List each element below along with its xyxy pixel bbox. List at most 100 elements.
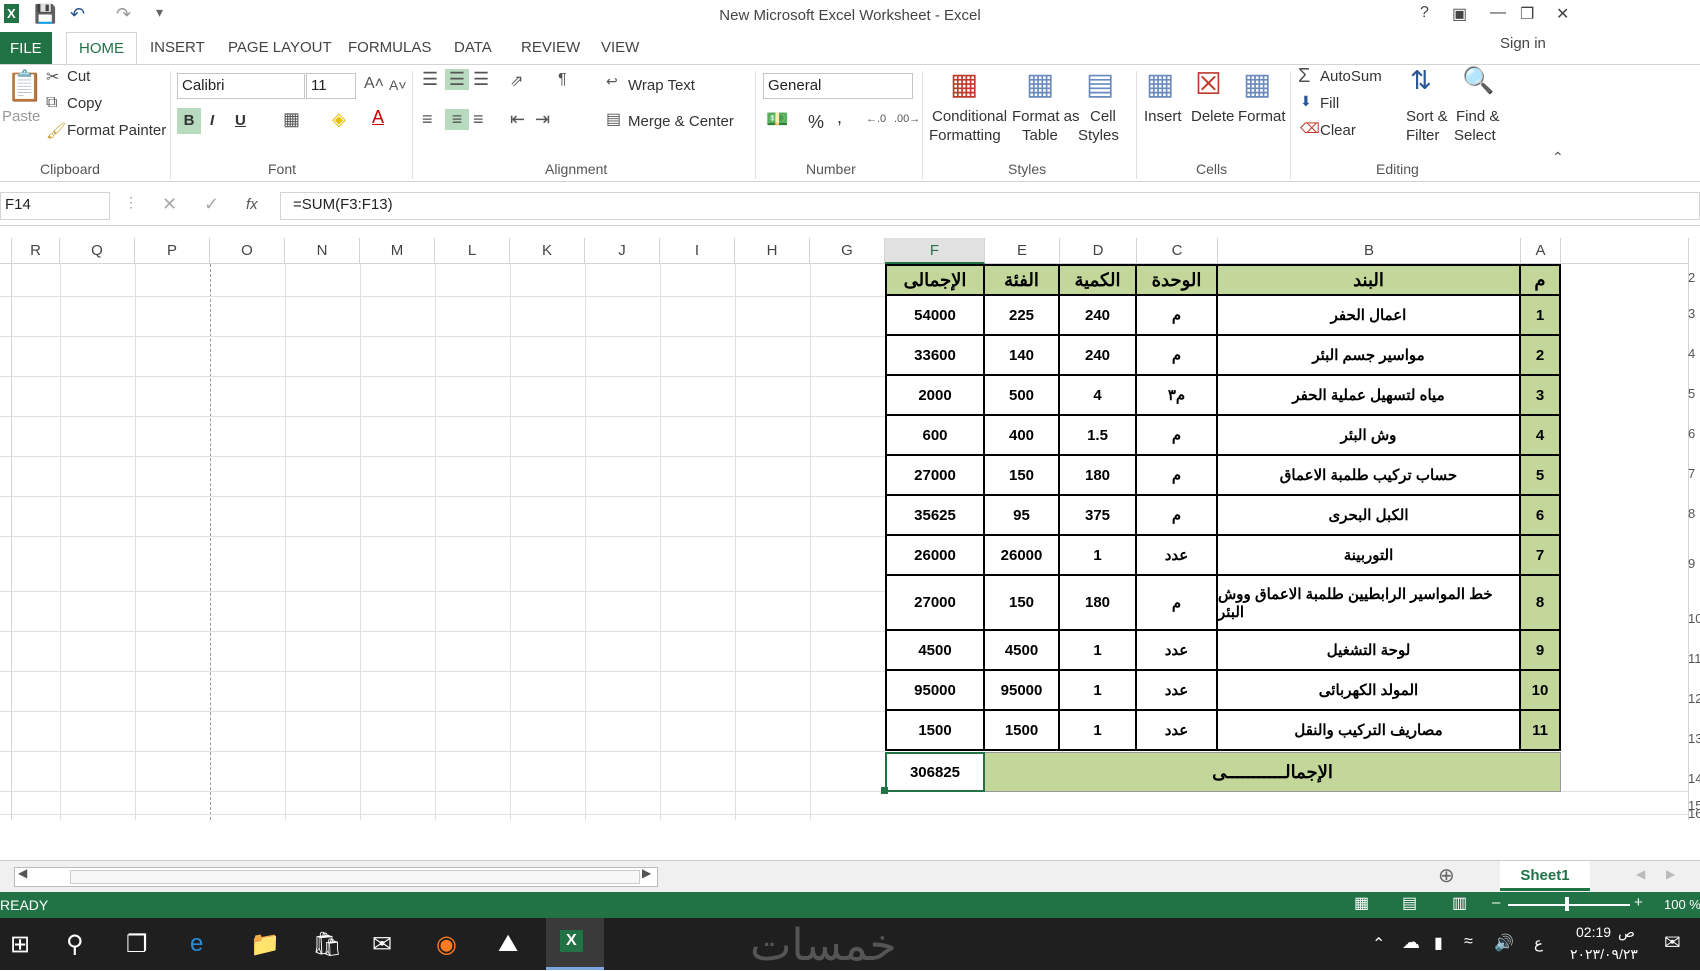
- col-header-m[interactable]: M: [360, 238, 435, 264]
- font-color-icon[interactable]: A: [372, 107, 384, 128]
- cell-styles-label2[interactable]: Styles: [1078, 127, 1119, 144]
- wifi-icon[interactable]: ≈: [1464, 933, 1473, 951]
- borders-icon[interactable]: ▦: [283, 109, 300, 130]
- merge-center-icon[interactable]: ▤: [606, 109, 621, 129]
- cell-item[interactable]: مياه لتسهيل عملية الحفر: [1218, 376, 1521, 416]
- cell-no[interactable]: 3: [1521, 376, 1561, 416]
- tab-page-layout[interactable]: PAGE LAYOUT: [228, 39, 332, 56]
- row-header[interactable]: 13: [1688, 731, 1700, 746]
- sign-in-link[interactable]: Sign in: [1500, 35, 1546, 52]
- col-header-b[interactable]: B: [1218, 238, 1521, 264]
- find-select-button[interactable]: Find &: [1456, 108, 1499, 125]
- zoom-in-button[interactable]: +: [1634, 894, 1643, 911]
- underline-button[interactable]: U: [235, 112, 246, 129]
- align-left-icon[interactable]: ≡: [422, 109, 433, 130]
- row-header[interactable]: 10: [1688, 611, 1700, 626]
- format-as-table-label2[interactable]: Table: [1022, 127, 1058, 144]
- search-icon[interactable]: ⚲: [66, 930, 84, 959]
- cell-item[interactable]: مصاريف التركيب والنقل: [1218, 711, 1521, 751]
- header-price[interactable]: الفئة: [985, 264, 1060, 296]
- ribbon-display-icon[interactable]: ▣: [1452, 4, 1467, 24]
- cell-item[interactable]: اعمال الحفر: [1218, 296, 1521, 336]
- paste-button[interactable]: Paste: [2, 108, 40, 125]
- text-direction-icon[interactable]: ¶: [558, 71, 567, 89]
- cell-qty[interactable]: 180: [1060, 576, 1137, 631]
- onedrive-icon[interactable]: ☁: [1402, 932, 1420, 953]
- cell-unit[interactable]: م: [1137, 456, 1218, 496]
- row-header[interactable]: 11: [1688, 651, 1700, 666]
- row-header[interactable]: 7: [1688, 466, 1700, 481]
- mail-icon[interactable]: ✉: [372, 930, 392, 959]
- cell-no[interactable]: 5: [1521, 456, 1561, 496]
- store-icon[interactable]: 🛍: [312, 930, 342, 959]
- font-size-select[interactable]: 11: [306, 73, 356, 99]
- cell-total[interactable]: 27000: [885, 456, 985, 496]
- cell-item[interactable]: التوربينة: [1218, 536, 1521, 576]
- clock-time[interactable]: 02:19: [1576, 924, 1611, 940]
- task-view-icon[interactable]: ❐: [126, 930, 148, 959]
- row-header[interactable]: 8: [1688, 506, 1700, 521]
- cell-no[interactable]: 9: [1521, 631, 1561, 671]
- delete-cells-icon[interactable]: ☒: [1195, 67, 1222, 102]
- sort-filter-icon[interactable]: ⇅: [1410, 65, 1432, 96]
- col-header-k[interactable]: K: [510, 238, 585, 264]
- cell-price[interactable]: 4500: [985, 631, 1060, 671]
- tab-file[interactable]: FILE: [0, 32, 52, 64]
- header-unit[interactable]: الوحدة: [1137, 264, 1218, 296]
- decrease-decimal-icon[interactable]: .00→: [894, 113, 920, 125]
- cell-item[interactable]: مواسير جسم البئر: [1218, 336, 1521, 376]
- cell-item[interactable]: حساب تركيب طلمبة الاعماق: [1218, 456, 1521, 496]
- cell-qty[interactable]: 1: [1060, 631, 1137, 671]
- cell-price[interactable]: 150: [985, 576, 1060, 631]
- scrollbar-thumb[interactable]: [70, 870, 640, 884]
- show-hidden-icons[interactable]: ⌃: [1372, 934, 1385, 954]
- insert-function-button[interactable]: fx: [246, 196, 258, 213]
- format-cells-icon[interactable]: ▦: [1243, 67, 1271, 102]
- name-box[interactable]: F14: [0, 192, 110, 220]
- align-right-icon[interactable]: ≡: [473, 109, 484, 130]
- increase-indent-icon[interactable]: ⇥: [535, 109, 550, 130]
- font-name-select[interactable]: Calibri: [177, 73, 305, 99]
- page-layout-view-icon[interactable]: ▤: [1402, 893, 1417, 913]
- align-bottom-icon[interactable]: ☰: [473, 69, 489, 90]
- scroll-right-icon[interactable]: ▶: [642, 866, 651, 880]
- row-header[interactable]: 14: [1688, 771, 1700, 786]
- cell-qty[interactable]: 240: [1060, 336, 1137, 376]
- cell-item[interactable]: الكبل البحرى: [1218, 496, 1521, 536]
- insert-cells-button[interactable]: Insert: [1144, 108, 1182, 125]
- fill-icon[interactable]: ⬇: [1300, 93, 1312, 110]
- edge-icon[interactable]: e: [190, 930, 203, 958]
- increase-decimal-icon[interactable]: ←.0: [866, 113, 886, 125]
- cell-item[interactable]: خط المواسير الرابطيين طلمبة الاعماق ووش …: [1218, 576, 1521, 631]
- cell-qty[interactable]: 180: [1060, 456, 1137, 496]
- cell-price[interactable]: 150: [985, 456, 1060, 496]
- cell-total[interactable]: 2000: [885, 376, 985, 416]
- col-header-i[interactable]: I: [660, 238, 735, 264]
- zoom-slider[interactable]: [1508, 904, 1630, 906]
- format-as-table-icon[interactable]: ▦: [1026, 67, 1054, 102]
- row-header[interactable]: 9: [1688, 556, 1700, 571]
- cell-total[interactable]: 54000: [885, 296, 985, 336]
- cell-no[interactable]: 7: [1521, 536, 1561, 576]
- insert-cells-icon[interactable]: ▦: [1146, 67, 1174, 102]
- grand-total-cell[interactable]: 306825: [885, 752, 985, 792]
- col-header-o[interactable]: O: [210, 238, 285, 264]
- cell-qty[interactable]: 4: [1060, 376, 1137, 416]
- cut-button[interactable]: Cut: [67, 68, 90, 85]
- battery-icon[interactable]: ▮: [1434, 933, 1443, 953]
- row-header[interactable]: 16: [1688, 806, 1700, 821]
- cell-no[interactable]: 11: [1521, 711, 1561, 751]
- col-header-d[interactable]: D: [1060, 238, 1137, 264]
- cancel-icon[interactable]: ✕: [162, 194, 177, 215]
- cell-total[interactable]: 1500: [885, 711, 985, 751]
- cell-styles-button[interactable]: Cell: [1090, 108, 1116, 125]
- cell-price[interactable]: 26000: [985, 536, 1060, 576]
- row-header[interactable]: 5: [1688, 386, 1700, 401]
- percent-button[interactable]: %: [808, 112, 824, 133]
- grow-font-icon[interactable]: A˄: [364, 75, 384, 93]
- number-format-select[interactable]: General: [763, 73, 913, 99]
- cell-price[interactable]: 95000: [985, 671, 1060, 711]
- row-header[interactable]: 3: [1688, 306, 1700, 321]
- delete-cells-button[interactable]: Delete: [1191, 108, 1234, 125]
- cell-qty[interactable]: 1: [1060, 711, 1137, 751]
